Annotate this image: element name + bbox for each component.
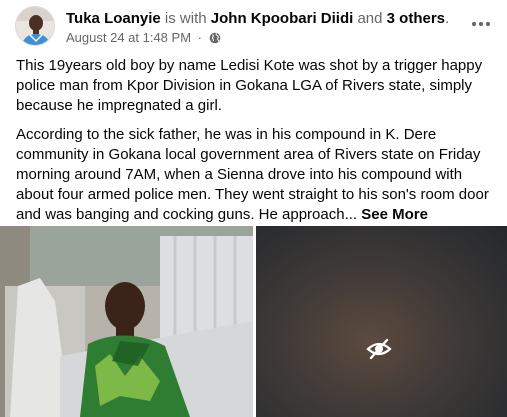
author-avatar[interactable] <box>15 6 55 46</box>
and-text: and <box>357 10 383 27</box>
meta-separator: · <box>197 30 202 45</box>
post-timestamp[interactable]: August 24 at 1:48 PM <box>66 30 191 45</box>
post-body: This 19years old boy by name Ledisi Kote… <box>16 56 494 234</box>
post-photo-2-hidden[interactable] <box>256 226 507 417</box>
globe-icon[interactable] <box>209 32 221 44</box>
eye-slash-icon <box>366 338 392 360</box>
is-with-text: is with <box>164 10 207 27</box>
author-line-period: . <box>445 10 450 27</box>
post-meta: August 24 at 1:48 PM · <box>66 30 221 46</box>
author-name[interactable]: Tuka Loanyie <box>66 10 161 27</box>
tagged-user-name[interactable]: John Kpoobari Diidi <box>211 10 354 27</box>
post-paragraph-1: This 19years old boy by name Ledisi Kote… <box>16 57 483 114</box>
photo-grid <box>0 226 507 417</box>
tagged-others-link[interactable]: 3 others <box>387 10 445 27</box>
post-photo-1[interactable] <box>0 226 253 417</box>
facebook-post: Tuka Loanyie is with John Kpoobari Diidi… <box>0 0 507 417</box>
see-more-link[interactable]: See More <box>361 206 428 223</box>
post-paragraph-2-wrapper: According to the sick father, he was in … <box>16 125 494 225</box>
author-line: Tuka Loanyie is with John Kpoobari Diidi… <box>66 9 449 28</box>
more-horizontal-icon[interactable] <box>467 10 495 38</box>
post-header: Tuka Loanyie is with John Kpoobari Diidi… <box>15 6 495 50</box>
